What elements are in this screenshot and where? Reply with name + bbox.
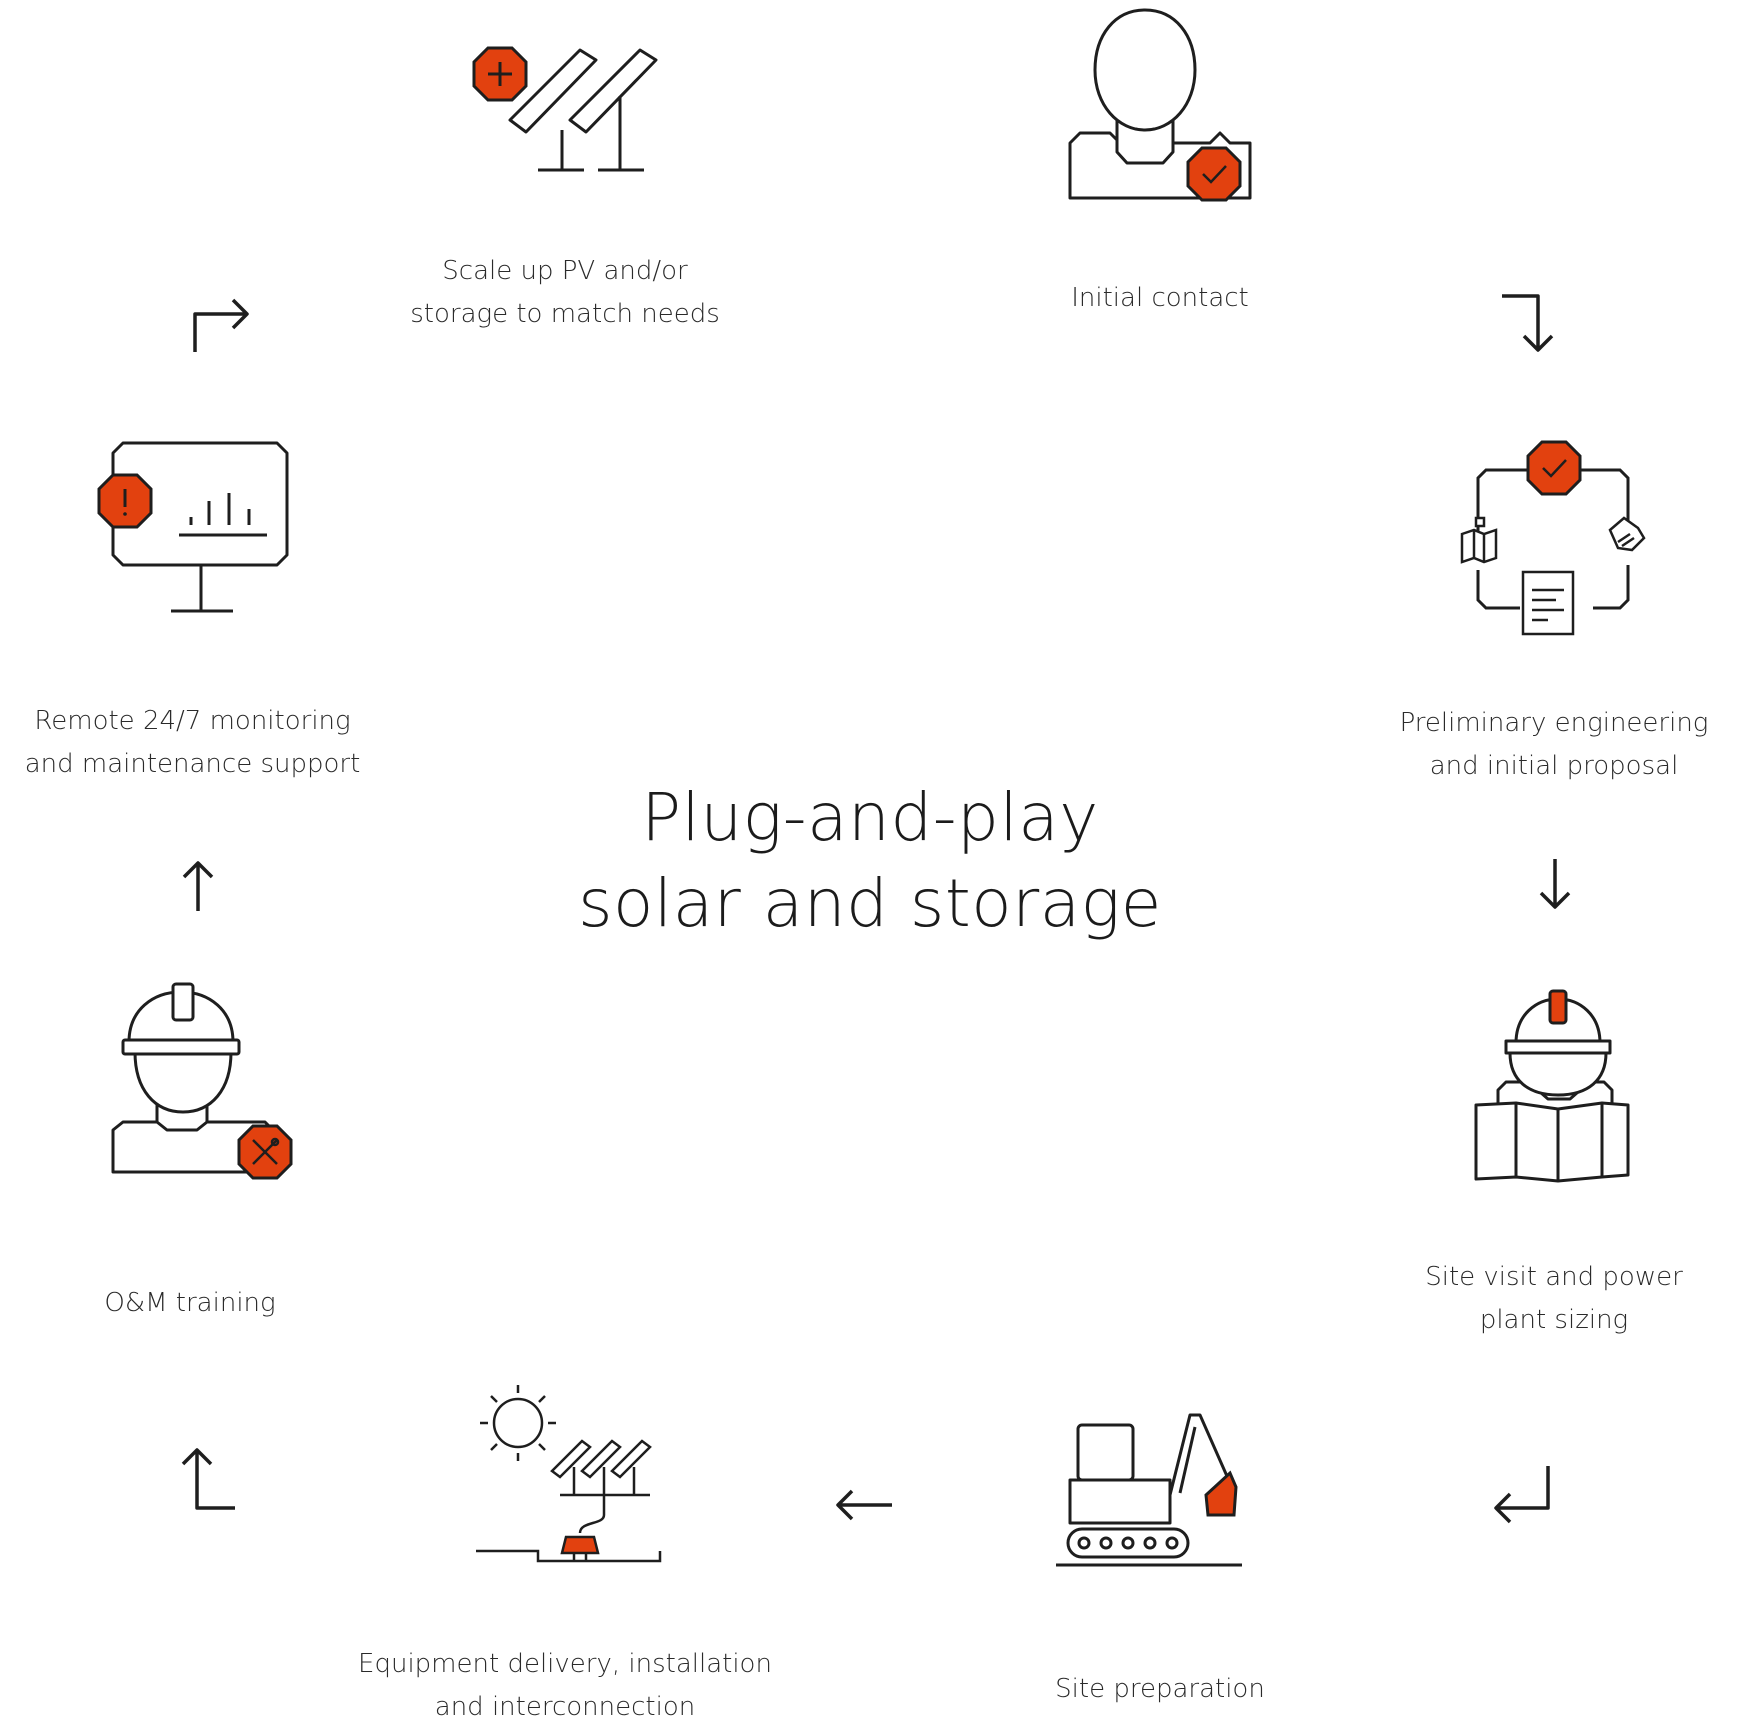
step-label-site-visit: Site visit and power plant sizing [1425,1262,1683,1335]
step-label-remote-monitoring: Remote 24/7 monitoring and maintenance s… [24,706,361,779]
step-label-site-preparation: Site preparation [1055,1674,1265,1704]
solar-installation-icon [476,1385,662,1563]
monitor-alert-icon [97,441,289,613]
engineering-cycle-icon [1460,440,1646,636]
step-label-preliminary-engineering: Preliminary engineering and initial prop… [1399,708,1709,781]
title-line-2: solar and storage [578,865,1162,942]
step-label-equipment-delivery: Equipment delivery, installation and int… [358,1649,772,1722]
worker-tools-icon [111,982,293,1180]
person-check-icon [1068,8,1252,202]
excavator-icon [1056,1413,1242,1567]
engineer-map-icon [1474,989,1630,1183]
arrow-left-return-icon [1494,1466,1550,1524]
arrow-up-icon [182,861,214,911]
arrow-down-right-icon [1502,294,1554,352]
title-line-1: Plug-and-play [641,779,1099,856]
arrow-left-icon [836,1489,892,1521]
arrow-up-turn-icon [181,1448,235,1510]
process-diagram: Plug-and-play solar and storage Initial … [0,0,1738,1722]
arrow-turn-right-icon [193,298,249,352]
step-label-initial-contact: Initial contact [1071,283,1249,313]
step-label-scale-up: Scale up PV and/or storage to match need… [410,256,720,329]
solar-panels-plus-icon [472,46,658,172]
diagram-title: Plug-and-play solar and storage [470,775,1270,947]
arrow-down-icon [1539,859,1571,909]
step-label-om-training: O&M training [104,1288,276,1318]
